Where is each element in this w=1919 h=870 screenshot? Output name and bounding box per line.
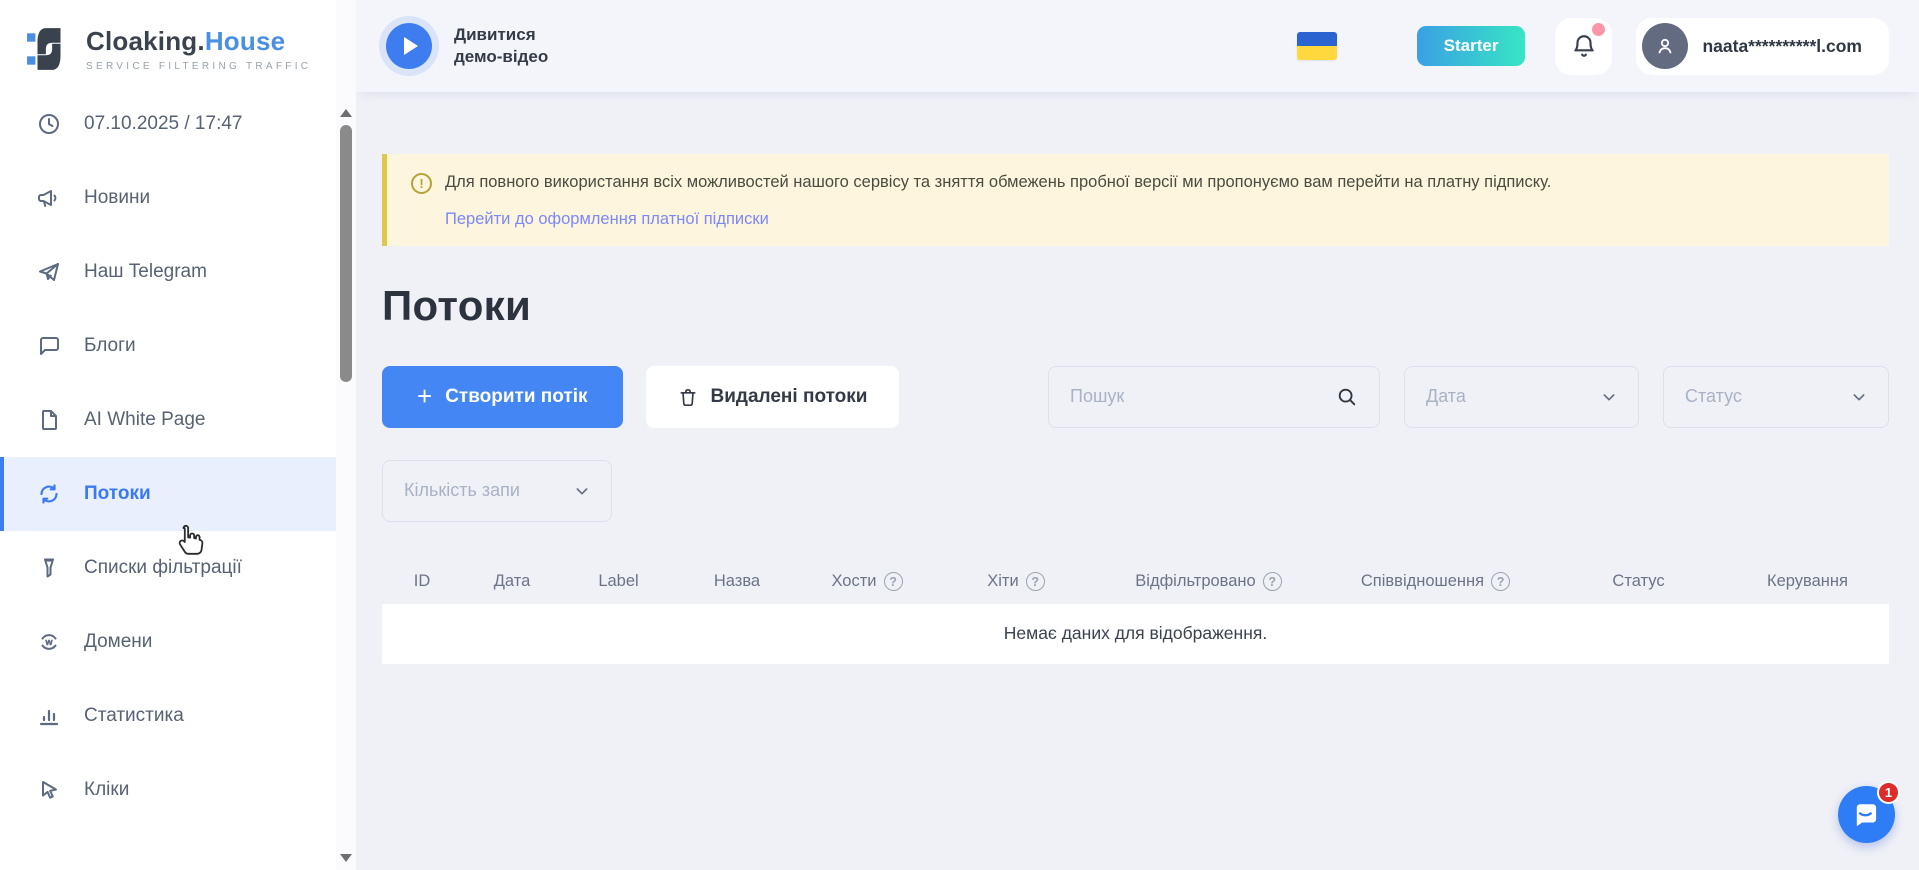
sidebar-item-label: Потоки (84, 483, 151, 505)
language-flag-ukraine[interactable] (1297, 32, 1337, 60)
column-status: Статус (1551, 572, 1726, 591)
column-actions: Керування (1726, 572, 1889, 591)
topbar: Дивитися демо-відео Starter naata*******… (356, 0, 1919, 92)
sidebar-item-news[interactable]: Новини (0, 161, 336, 235)
brand-name: Cloaking.House (86, 26, 311, 57)
sidebar-item-filter-lists[interactable]: Списки фільтрації (0, 531, 336, 605)
sidebar-item-streams[interactable]: Потоки (0, 457, 336, 531)
column-name: Назва (675, 572, 799, 591)
column-filtered: Відфільтровано? (1097, 572, 1320, 591)
sidebar-item-label: Списки фільтрації (84, 557, 242, 579)
chat-widget-button[interactable]: 1 (1838, 786, 1895, 843)
sidebar-item-label: Новини (84, 187, 150, 209)
chat-bubble-icon (1852, 800, 1882, 830)
demo-video-button[interactable]: Дивитися демо-відео (386, 23, 548, 69)
help-icon[interactable]: ? (884, 572, 903, 591)
filter-icon (36, 556, 62, 580)
user-icon (1653, 34, 1677, 58)
help-icon[interactable]: ? (1491, 572, 1510, 591)
sidebar-item-statistics[interactable]: Статистика (0, 679, 336, 753)
help-icon[interactable]: ? (1026, 572, 1045, 591)
page-title: Потоки (382, 282, 1889, 330)
sidebar-item-label: Домени (84, 631, 152, 653)
sidebar-nav: 07.10.2025 / 17:47 Новини Наш Telegram Б… (0, 87, 336, 827)
sidebar-scrollbar[interactable] (336, 0, 356, 870)
sidebar-item-label: Статистика (84, 705, 184, 727)
trash-icon (678, 386, 698, 408)
column-date: Дата (462, 572, 562, 591)
main-content: ! Для повного використання всіх можливос… (356, 92, 1919, 870)
megaphone-icon (36, 186, 62, 210)
sidebar-item-label: Наш Telegram (84, 261, 207, 283)
search-field[interactable] (1048, 366, 1380, 428)
sidebar-item-clicks[interactable]: Кліки (0, 753, 336, 827)
sidebar-item-label: AI White Page (84, 409, 205, 431)
notifications-button[interactable] (1555, 18, 1612, 75)
subscribe-link[interactable]: Перейти до оформлення платної підписки (445, 210, 769, 229)
telegram-icon (36, 260, 62, 284)
user-email: naata**********l.com (1702, 36, 1862, 57)
svg-text:w: w (44, 637, 53, 647)
create-stream-button[interactable]: + Створити потік (382, 366, 623, 428)
sidebar-item-label: Кліки (84, 779, 129, 801)
chat-icon (36, 334, 62, 358)
date-filter-dropdown[interactable]: Дата (1404, 366, 1639, 428)
empty-state-text: Немає даних для відображення. (1004, 623, 1267, 644)
globe-icon: w (36, 630, 62, 654)
bell-icon (1571, 33, 1597, 59)
demo-video-label: Дивитися демо-відео (454, 24, 548, 68)
stats-icon (36, 704, 62, 728)
chevron-down-icon (1851, 389, 1867, 405)
plan-badge[interactable]: Starter (1417, 26, 1526, 66)
account-menu[interactable]: naata**********l.com (1636, 18, 1889, 75)
sidebar-item-datetime: 07.10.2025 / 17:47 (0, 87, 336, 161)
scrollbar-thumb[interactable] (340, 125, 352, 382)
sidebar-item-telegram[interactable]: Наш Telegram (0, 235, 336, 309)
column-label: Label (562, 572, 675, 591)
brand-logo[interactable]: Cloaking.House SERVICE FILTERING TRAFFIC (0, 0, 336, 72)
streams-table-header: ID Дата Label Назва Хости? Хіти? Відфіль… (382, 560, 1889, 604)
status-filter-dropdown[interactable]: Статус (1663, 366, 1889, 428)
search-input[interactable] (1070, 386, 1310, 407)
trial-warning-banner: ! Для повного використання всіх можливос… (382, 154, 1889, 246)
column-ratio: Співвідношення? (1320, 572, 1551, 591)
chevron-down-icon (1601, 389, 1617, 405)
column-id: ID (382, 572, 462, 591)
scroll-up-arrow[interactable] (340, 109, 352, 117)
play-icon[interactable] (386, 23, 432, 69)
page-icon (36, 408, 62, 432)
sidebar-item-blogs[interactable]: Блоги (0, 309, 336, 383)
column-hosts: Хости? (799, 572, 935, 591)
sidebar-item-label: Блоги (84, 335, 136, 357)
rows-count-dropdown[interactable]: Кількість запи (382, 460, 612, 522)
sidebar-item-label: 07.10.2025 / 17:47 (84, 113, 242, 135)
warning-icon: ! (411, 173, 432, 194)
clock-icon (36, 112, 62, 136)
empty-state-row: Немає даних для відображення. (382, 604, 1889, 664)
sync-icon (36, 482, 62, 506)
brand-tagline: SERVICE FILTERING TRAFFIC (86, 61, 311, 72)
sidebar-item-ai-white-page[interactable]: AI White Page (0, 383, 336, 457)
brand-logo-icon (26, 26, 72, 72)
cursor-icon (36, 778, 62, 802)
scroll-down-arrow[interactable] (340, 854, 352, 862)
chevron-down-icon (574, 483, 590, 499)
chat-unread-badge: 1 (1877, 781, 1900, 804)
banner-text: Для повного використання всіх можливосте… (445, 171, 1551, 195)
search-icon[interactable] (1336, 386, 1358, 408)
deleted-streams-button[interactable]: Видалені потоки (646, 366, 900, 428)
help-icon[interactable]: ? (1263, 572, 1282, 591)
sidebar-item-domains[interactable]: w Домени (0, 605, 336, 679)
notification-dot (1592, 23, 1605, 36)
toolbar: + Створити потік Видалені потоки Дата Ст… (382, 366, 1889, 428)
avatar (1642, 23, 1688, 69)
column-hits: Хіти? (935, 572, 1097, 591)
sidebar: Cloaking.House SERVICE FILTERING TRAFFIC… (0, 0, 336, 870)
